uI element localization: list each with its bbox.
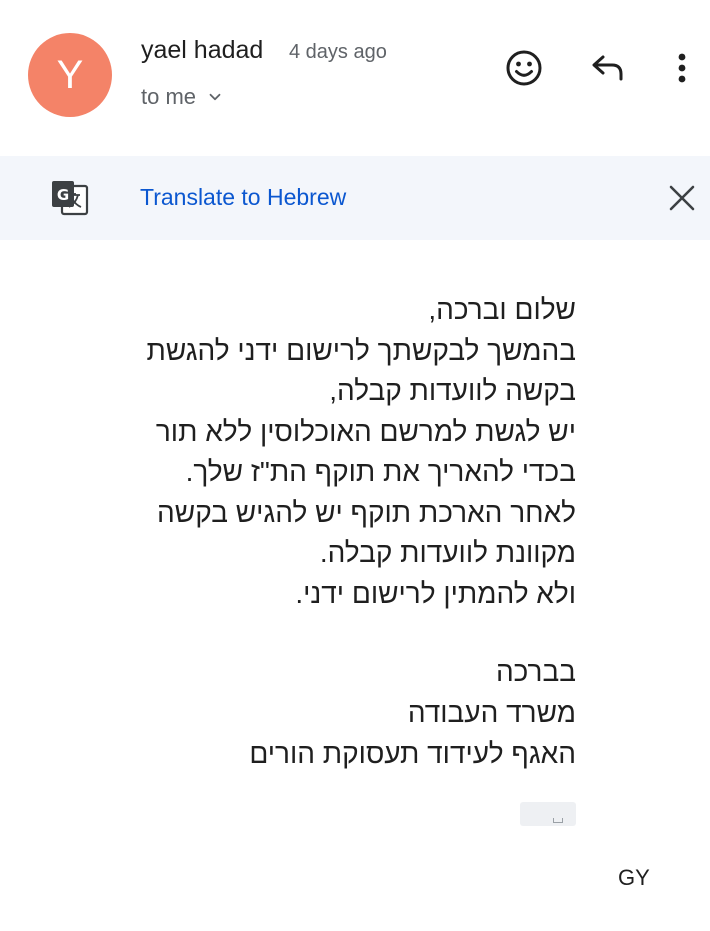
sender-name[interactable]: yael hadad xyxy=(141,36,263,65)
sender-initials: GY xyxy=(618,865,650,890)
svg-text:G: G xyxy=(57,186,69,204)
body-line: בכדי להאריך את תוקף הת"ז שלך. xyxy=(185,456,576,487)
body-line: יש לגשת למרשם האוכלוסין ללא תור xyxy=(155,415,576,447)
avatar-letter: Y xyxy=(56,52,84,97)
recipient-details-toggle[interactable]: to me xyxy=(141,84,224,110)
sender-avatar[interactable]: Y xyxy=(28,33,112,117)
reply-icon xyxy=(592,55,623,81)
reply-button[interactable] xyxy=(584,44,632,92)
google-translate-icon: G xyxy=(52,181,89,216)
add-reaction-button[interactable] xyxy=(500,44,548,92)
close-translate-button[interactable] xyxy=(660,176,704,220)
translate-bar: G Translate to Hebrew xyxy=(0,156,710,240)
more-vertical-icon xyxy=(678,53,686,83)
body-line: מקוונת לוועדות קבלה. xyxy=(319,537,576,568)
body-line: בהמשך לבקשתך לרישום ידני להגשת xyxy=(146,334,576,366)
signature-line: בברכה xyxy=(495,656,576,687)
chevron-down-icon xyxy=(209,93,221,101)
signature-line: האגף לעידוד תעסוקת הורים xyxy=(249,738,576,769)
message-body: שלום וברכה, בהמשך לבקשתך לרישום ידני להג… xyxy=(146,290,576,614)
body-line: שלום וברכה, xyxy=(428,294,576,325)
add-emoji-reaction-icon xyxy=(506,50,542,86)
close-icon xyxy=(669,185,695,211)
signature-line: משרד העבודה xyxy=(407,697,576,728)
body-line: ולא להמתין לרישום ידני. xyxy=(295,577,576,609)
body-line: לאחר הארכת תוקף יש להגיש בקשה xyxy=(157,496,576,528)
body-line: בקשה לוועדות קבלה, xyxy=(329,375,576,406)
message-header: Y yael hadad 4 days ago to me xyxy=(0,0,710,156)
show-trimmed-content-button[interactable] xyxy=(520,802,576,826)
recipient-label: to me xyxy=(141,84,197,109)
message-signature: בברכה משרד העבודה האגף לעידוד תעסוקת הור… xyxy=(249,651,576,774)
translate-link[interactable]: Translate to Hebrew xyxy=(140,184,346,211)
show-trimmed-content-icon xyxy=(553,818,563,823)
more-options-button[interactable] xyxy=(658,44,706,92)
sent-time: 4 days ago xyxy=(289,41,387,63)
